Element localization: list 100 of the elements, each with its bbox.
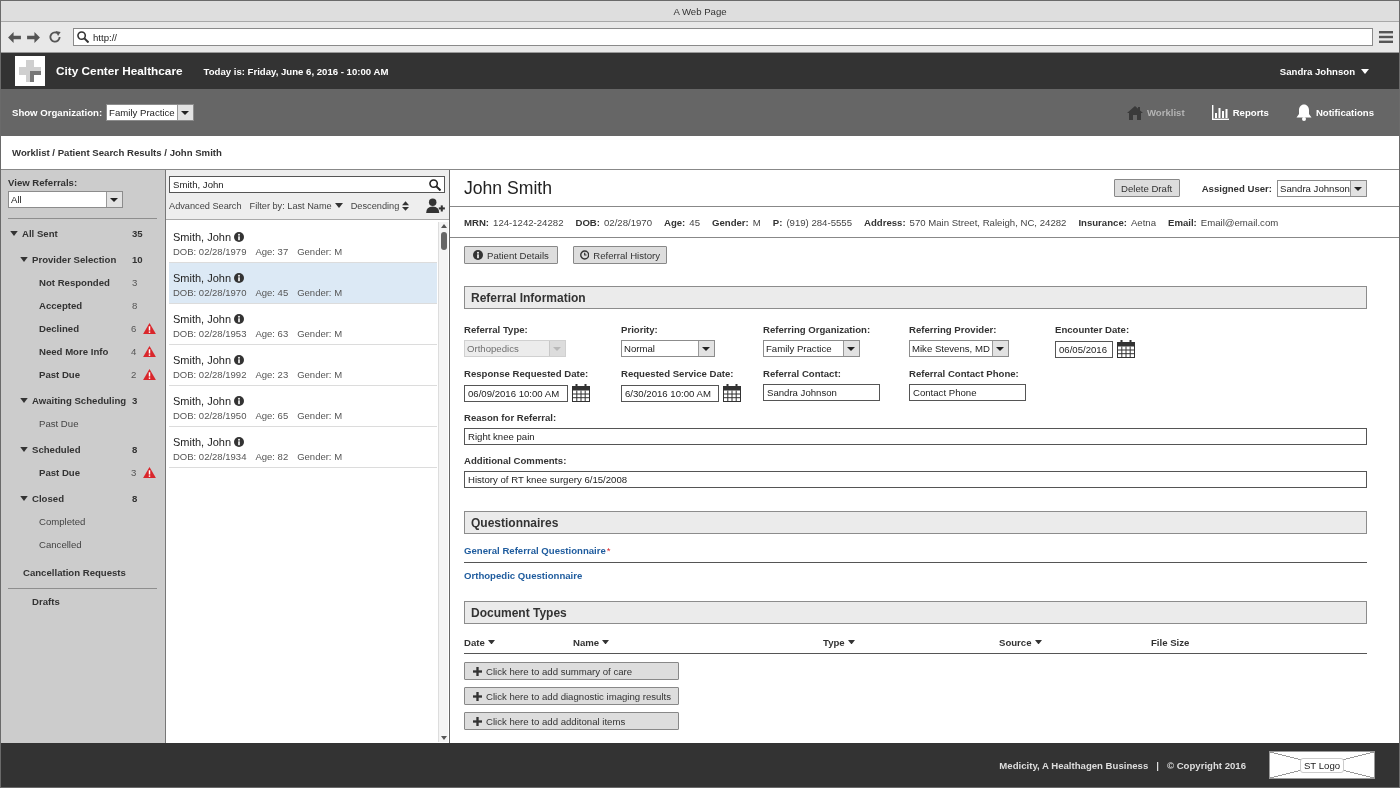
calendar-icon[interactable] — [723, 384, 741, 402]
current-date: Today is: Friday, June 6, 2016 - 10:00 AM — [203, 65, 389, 77]
reload-icon[interactable] — [49, 31, 61, 43]
tree-item[interactable]: Awaiting Scheduling 3 — [1, 389, 165, 412]
date-field[interactable]: 06/09/2016 10:00 AM — [464, 384, 568, 402]
item-count: 10 — [132, 254, 143, 265]
dropdown-field[interactable]: Mike Stevens, MD — [909, 340, 1009, 357]
column-header[interactable]: Name — [573, 636, 610, 648]
date-field[interactable]: 06/05/2016 — [1055, 340, 1113, 358]
patient-age: Age: 63 — [255, 328, 289, 339]
sort-toggle[interactable]: Descending — [350, 200, 410, 211]
filter-dropdown[interactable]: Filter by: Last Name — [249, 200, 343, 211]
patient-dob: DOB: 02/28/1934 — [173, 451, 247, 462]
forward-arrow-icon[interactable] — [27, 31, 40, 43]
nav-link[interactable]: Reports — [1211, 105, 1269, 120]
tree-item[interactable]: Not Responded 3 — [1, 271, 165, 294]
item-count: 8 — [132, 493, 139, 504]
window-title: A Web Page — [673, 5, 727, 17]
tree-item[interactable]: Past Due — [1, 412, 165, 435]
questionnaire-link[interactable]: Orthopedic Questionnaire — [464, 569, 583, 581]
menu-icon[interactable] — [1379, 31, 1393, 43]
add-item-button[interactable]: Click here to add additonal items — [464, 712, 679, 730]
patient-row[interactable]: Smith, John DOB: 02/28/1970 Age: 45 Gender: M — [169, 263, 437, 304]
demographic-label: DOB: — [575, 216, 600, 228]
tree-item[interactable]: Accepted 8 — [1, 294, 165, 317]
text-field[interactable]: Right knee pain — [464, 428, 1367, 445]
info-icon[interactable] — [234, 313, 245, 324]
caret-icon — [602, 639, 610, 645]
dropdown-field[interactable]: Family Practice — [763, 340, 860, 357]
delete-draft-button[interactable]: Delete Draft — [1113, 179, 1180, 197]
nav-link[interactable]: Notifications — [1295, 104, 1374, 121]
info-icon[interactable] — [234, 395, 245, 406]
field-label: Reason for Referral: — [464, 412, 557, 423]
item-count: 8 — [132, 444, 139, 455]
scrollbar[interactable] — [438, 222, 448, 742]
patient-name: Smith, John — [173, 271, 232, 284]
patient-age: Age: 65 — [255, 410, 289, 421]
add-item-button[interactable]: Click here to add diagnostic imaging results — [464, 687, 679, 705]
patient-age: Age: 82 — [255, 451, 289, 462]
sidebar-link[interactable]: Cancellation Requests — [8, 561, 157, 584]
caret-icon — [847, 639, 855, 645]
section-header: Document Types — [464, 601, 1367, 624]
info-icon[interactable] — [234, 231, 245, 242]
user-menu[interactable]: Sandra Johnson — [1279, 65, 1369, 77]
field-label: Priority: — [621, 324, 658, 335]
info-icon[interactable] — [234, 272, 245, 283]
patient-row[interactable]: Smith, John DOB: 02/28/1992 Age: 23 Gender: M — [169, 345, 437, 386]
patient-dob: DOB: 02/28/1992 — [173, 369, 247, 380]
text-field[interactable]: Contact Phone — [909, 384, 1026, 401]
info-icon[interactable] — [234, 436, 245, 447]
tree-item[interactable]: Declined 6 — [1, 317, 165, 340]
back-arrow-icon[interactable] — [8, 31, 21, 43]
url-field[interactable]: http:// — [73, 28, 1373, 46]
column-header[interactable]: Type — [823, 636, 855, 648]
organization-label: Show Organization: — [12, 107, 103, 118]
text-field[interactable]: Sandra Johnson — [763, 384, 880, 401]
item-count: 2 — [131, 369, 138, 380]
caret-icon — [177, 105, 194, 120]
calendar-icon[interactable] — [1117, 340, 1135, 358]
tree-item[interactable]: Past Due 2 — [1, 363, 165, 386]
tree-item[interactable]: All Sent 35 — [1, 222, 165, 245]
text-field[interactable]: History of RT knee surgery 6/15/2008 — [464, 471, 1367, 488]
add-item-button[interactable]: Click here to add summary of care — [464, 662, 679, 680]
tree-item[interactable]: Completed — [1, 510, 165, 533]
patient-row[interactable]: Smith, John DOB: 02/28/1953 Age: 63 Gender: M — [169, 304, 437, 345]
field-label: Referring Organization: — [763, 324, 871, 335]
field-label: Referral Contact: — [763, 368, 841, 379]
tree-item[interactable]: Scheduled 8 — [1, 438, 165, 461]
search-field[interactable]: Smith, John — [169, 176, 445, 193]
questionnaire-link[interactable]: General Referral Questionnaire — [464, 545, 606, 556]
column-header: File Size — [1151, 636, 1190, 648]
cross-logo — [15, 56, 45, 86]
add-user-icon[interactable] — [426, 198, 445, 213]
tree-item[interactable]: Closed 8 — [1, 487, 165, 510]
advanced-search-link[interactable]: Advanced Search — [169, 200, 242, 211]
assigned-user-select[interactable]: Sandra Johnson — [1277, 179, 1367, 197]
action-button[interactable]: Referral History — [573, 246, 667, 264]
caret-icon — [1361, 68, 1369, 74]
bar-chart-icon — [1211, 105, 1229, 120]
demographic-label: Email: — [1168, 216, 1197, 228]
column-header[interactable]: Source — [999, 636, 1042, 648]
demographic-value: 02/28/1970 — [604, 216, 652, 228]
info-icon[interactable] — [234, 354, 245, 365]
patient-dob: DOB: 02/28/1979 — [173, 246, 247, 257]
tree-item[interactable]: Cancelled — [1, 533, 165, 556]
calendar-icon[interactable] — [572, 384, 590, 402]
patient-row[interactable]: Smith, John DOB: 02/28/1934 Age: 82 Gender: M — [169, 427, 437, 468]
column-header[interactable]: Date — [464, 636, 495, 648]
action-button[interactable]: Patient Details — [464, 246, 558, 264]
patient-row[interactable]: Smith, John DOB: 02/28/1950 Age: 65 Gender: M — [169, 386, 437, 427]
tree-item[interactable]: Provider Selection 10 — [1, 248, 165, 271]
dropdown-field[interactable]: Normal — [621, 340, 715, 357]
tree-item[interactable]: Past Due 3 — [1, 461, 165, 484]
referral-filter-select[interactable]: All — [8, 191, 123, 208]
footer-copyright: Medicity, A Healthagen Business | © Copyright 2016 — [999, 759, 1246, 771]
tree-item[interactable]: Need More Info 4 — [1, 340, 165, 363]
organization-select[interactable]: Family Practice — [106, 104, 195, 121]
date-field[interactable]: 6/30/2016 10:00 AM — [621, 384, 719, 402]
sidebar-link[interactable]: Drafts — [8, 588, 157, 614]
demographic-label: Gender: — [712, 216, 749, 228]
